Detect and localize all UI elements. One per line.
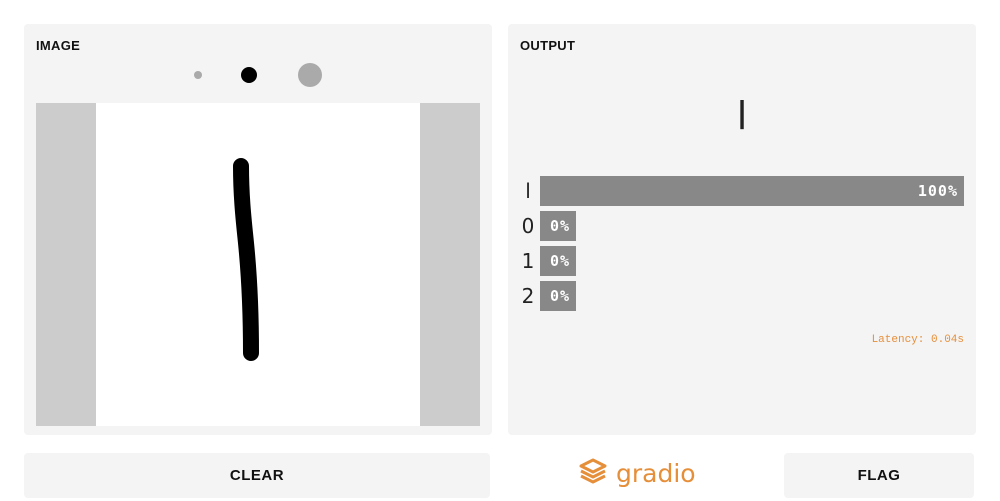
confidence-bar: 0% — [540, 281, 576, 311]
confidence-value: 0% — [549, 252, 570, 270]
sketch-stroke — [233, 158, 259, 361]
confidence-value: 0% — [549, 287, 570, 305]
input-panel: IMAGE — [24, 24, 492, 435]
predicted-label: l — [736, 94, 748, 138]
sketchpad-frame — [36, 103, 480, 426]
confidence-value: 100% — [917, 182, 958, 200]
confidence-label: 2 — [521, 284, 535, 308]
input-title: IMAGE — [36, 38, 81, 53]
confidence-value: 0% — [549, 217, 570, 235]
output-title: OUTPUT — [520, 38, 576, 53]
gradio-logo-icon — [578, 456, 608, 491]
confidence-label: 0 — [521, 214, 535, 238]
clear-button[interactable]: CLEAR — [24, 453, 490, 498]
confidence-bar: 0% — [540, 211, 576, 241]
brush-size-small-button[interactable] — [194, 71, 202, 79]
brush-size-large-button[interactable] — [298, 63, 322, 87]
gradio-brand: gradio — [578, 457, 696, 489]
confidence-bar: 100% — [540, 176, 964, 206]
latency-text: Latency: 0.04s — [871, 334, 964, 346]
confidence-label: l — [525, 179, 531, 203]
confidence-label: 1 — [521, 249, 535, 273]
brush-size-medium-button[interactable] — [241, 67, 257, 83]
confidence-bar: 0% — [540, 246, 576, 276]
output-panel: OUTPUT l l 100% 0 0% 1 0% 2 0% Latency: … — [508, 24, 976, 435]
gradio-wordmark: gradio — [616, 458, 696, 488]
sketchpad-canvas[interactable] — [96, 103, 420, 426]
flag-button[interactable]: FLAG — [784, 453, 974, 498]
